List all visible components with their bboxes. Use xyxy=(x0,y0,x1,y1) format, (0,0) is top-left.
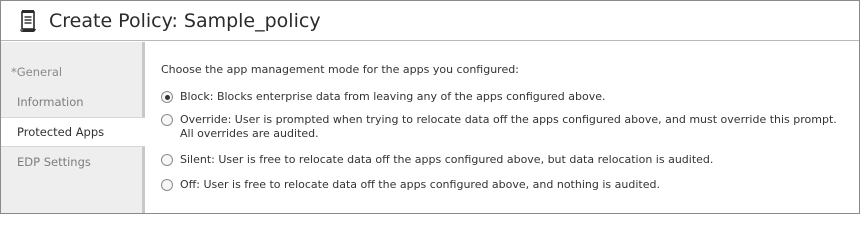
sidebar-item-protected-apps[interactable]: Protected Apps xyxy=(1,117,145,147)
option-label: Off: User is free to relocate data off t… xyxy=(180,178,660,191)
policy-scroll-icon xyxy=(17,8,39,34)
radio-override[interactable] xyxy=(161,114,173,126)
mode-option-block[interactable]: Block: Blocks enterprise data from leavi… xyxy=(161,90,605,104)
mode-option-silent[interactable]: Silent: User is free to relocate data of… xyxy=(161,153,713,167)
mode-prompt: Choose the app management mode for the a… xyxy=(161,63,519,76)
radio-block[interactable] xyxy=(161,91,173,103)
sidebar-item-label: *General xyxy=(11,65,63,79)
mode-option-off[interactable]: Off: User is free to relocate data off t… xyxy=(161,178,660,192)
page-title: Create Policy: Sample_policy xyxy=(49,9,321,32)
option-label-line1: Override: User is prompted when trying t… xyxy=(180,113,837,126)
policy-window: Create Policy: Sample_policy *General In… xyxy=(0,0,860,214)
sidebar-item-information[interactable]: Information xyxy=(1,87,142,117)
radio-off[interactable] xyxy=(161,179,173,191)
radio-silent[interactable] xyxy=(161,154,173,166)
option-label: Override: User is prompted when trying t… xyxy=(180,113,837,141)
option-label: Silent: User is free to relocate data of… xyxy=(180,153,714,166)
sidebar-nav: *General Information Protected Apps EDP … xyxy=(1,42,145,213)
title-bar: Create Policy: Sample_policy xyxy=(1,1,859,41)
sidebar-item-label: Information xyxy=(17,95,84,109)
sidebar-item-label: Protected Apps xyxy=(17,125,105,139)
option-label-line2: All overrides are audited. xyxy=(180,127,319,140)
sidebar-item-label: EDP Settings xyxy=(17,155,91,169)
option-label: Block: Blocks enterprise data from leavi… xyxy=(180,90,606,103)
sidebar-item-general[interactable]: *General xyxy=(1,57,142,87)
sidebar-item-edp-settings[interactable]: EDP Settings xyxy=(1,147,142,177)
mode-option-override[interactable]: Override: User is prompted when trying t… xyxy=(161,113,837,141)
